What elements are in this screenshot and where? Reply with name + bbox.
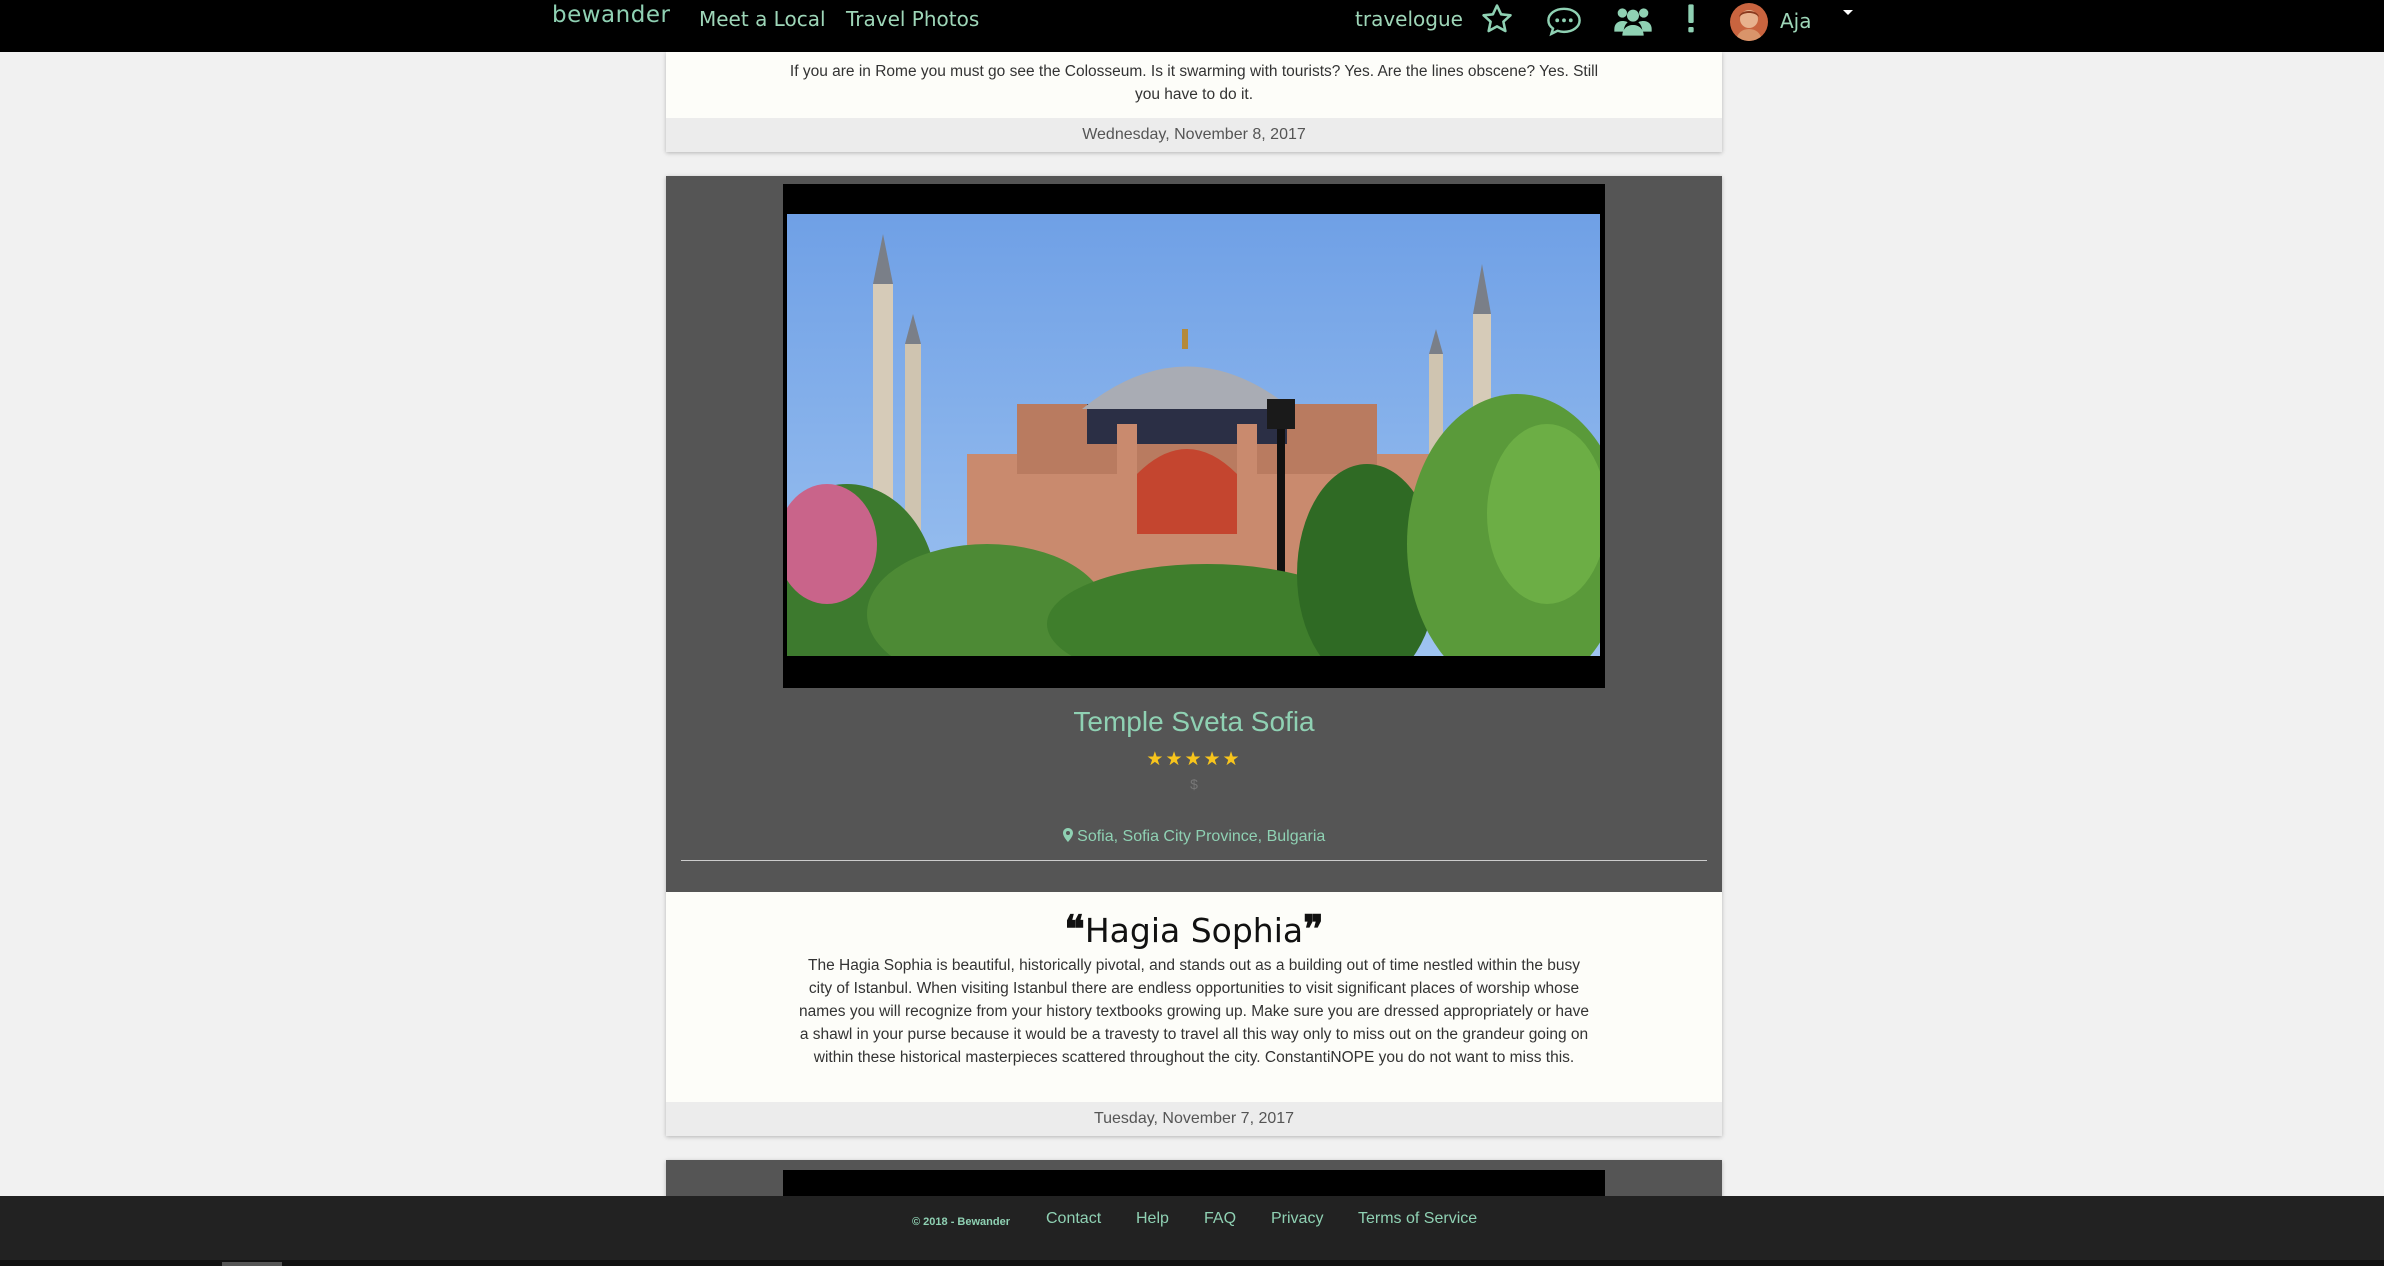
nav-travel-photos[interactable]: Travel Photos: [846, 7, 979, 31]
scrollbar-thumb[interactable]: [222, 1262, 282, 1266]
place-title[interactable]: Temple Sveta Sofia: [666, 706, 1722, 738]
previous-review-date: Wednesday, November 8, 2017: [666, 118, 1722, 152]
footer-contact-link[interactable]: Contact: [1046, 1210, 1101, 1228]
review-card: Temple Sveta Sofia ★★★★★ $ Sofia, Sofia …: [666, 176, 1722, 1136]
quote-open-icon: ❝: [1064, 906, 1085, 951]
bottom-scrollbar-track: [0, 1260, 2384, 1266]
divider: [681, 860, 1707, 861]
footer-terms-link[interactable]: Terms of Service: [1358, 1210, 1477, 1228]
review-title-text: Hagia Sophia: [1084, 911, 1304, 950]
previous-review-text: If you are in Rome you must go see the C…: [789, 63, 1599, 103]
footer: © 2018 - Bewander Contact Help FAQ Priva…: [0, 1196, 2384, 1266]
footer-faq-link[interactable]: FAQ: [1204, 1210, 1236, 1228]
hagia-sophia-photo[interactable]: [787, 214, 1600, 656]
location-link[interactable]: Sofia, Sofia City Province, Bulgaria: [666, 828, 1722, 846]
location-text: Sofia, Sofia City Province, Bulgaria: [1077, 828, 1326, 845]
copyright: © 2018 - Bewander: [912, 1216, 1010, 1228]
nav-meet-a-local[interactable]: Meet a Local: [699, 7, 826, 31]
review-text: The Hagia Sophia is beautiful, historica…: [798, 957, 1590, 1066]
user-name[interactable]: Aja: [1780, 9, 1812, 33]
review-title: ❝Hagia Sophia❞: [666, 906, 1722, 951]
top-navbar: bewander Meet a Local Travel Photos trav…: [0, 0, 2384, 52]
review-card-header: Temple Sveta Sofia ★★★★★ $ Sofia, Sofia …: [666, 176, 1722, 892]
footer-privacy-link[interactable]: Privacy: [1271, 1210, 1323, 1228]
brand-logo[interactable]: bewander: [552, 2, 670, 28]
photo-frame: [783, 184, 1605, 688]
price-level: $: [1190, 776, 1198, 792]
user-avatar[interactable]: [1730, 3, 1768, 41]
notification-icon[interactable]: [1683, 3, 1699, 40]
nav-travelogue[interactable]: travelogue: [1355, 7, 1463, 31]
rating-stars: ★★★★★: [1146, 749, 1242, 770]
group-icon[interactable]: [1613, 3, 1653, 44]
quote-close-icon: ❞: [1303, 906, 1324, 951]
map-marker-icon: [1062, 828, 1077, 845]
review-body: ❝Hagia Sophia❞ The Hagia Sophia is beaut…: [666, 892, 1722, 1102]
chevron-down-icon[interactable]: [1843, 10, 1853, 15]
chat-icon[interactable]: [1545, 4, 1583, 43]
review-date: Tuesday, November 7, 2017: [666, 1102, 1722, 1136]
previous-review-card: If you are in Rome you must go see the C…: [666, 52, 1722, 152]
star-icon[interactable]: [1480, 2, 1514, 41]
footer-help-link[interactable]: Help: [1136, 1210, 1169, 1228]
